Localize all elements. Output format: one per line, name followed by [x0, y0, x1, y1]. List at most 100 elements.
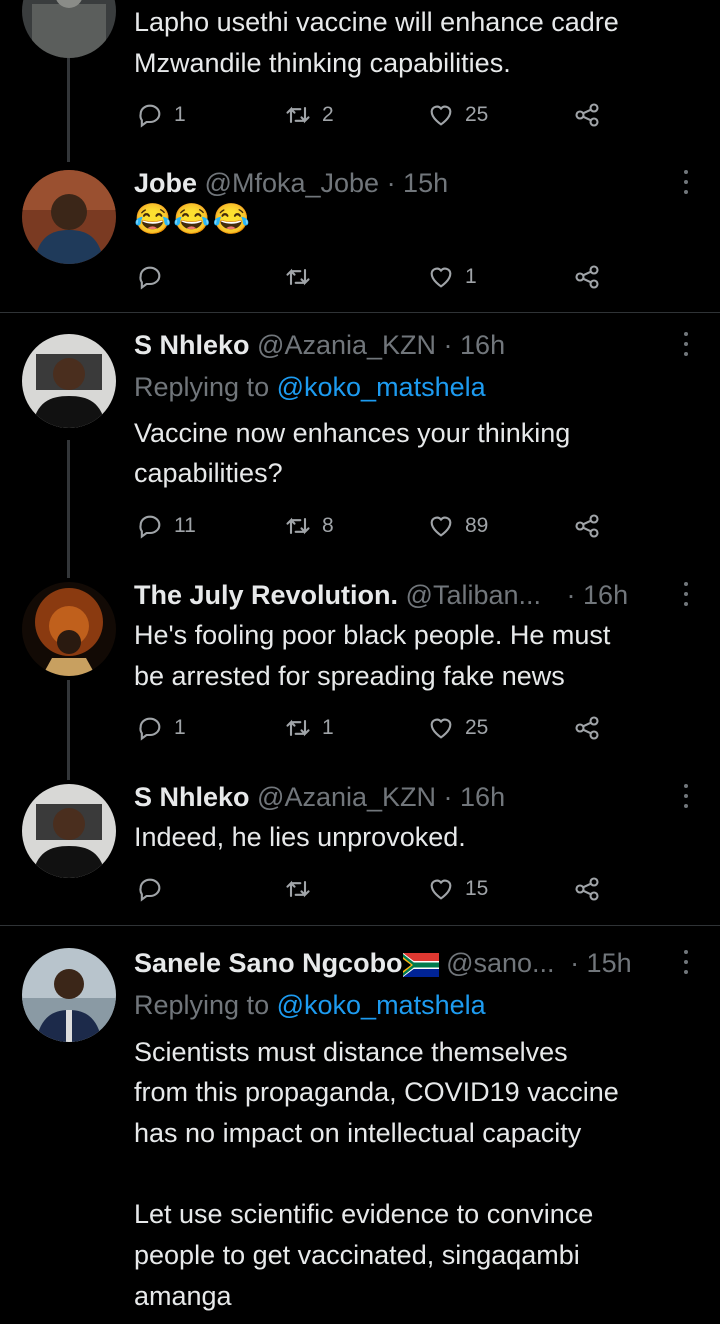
timestamp: · 15h: [386, 168, 449, 198]
avatar[interactable]: [22, 334, 116, 428]
replying-to-label: Replying to: [134, 372, 270, 402]
share-icon: [575, 514, 599, 538]
retweet-count: 8: [322, 514, 334, 537]
like-icon: [430, 718, 452, 739]
avatar[interactable]: [22, 0, 116, 58]
share-button[interactable]: [573, 511, 601, 541]
like-button[interactable]: 1: [427, 262, 477, 292]
tweet-text-line: be arrested for spreading fake news: [134, 661, 565, 691]
like-count: 25: [465, 103, 489, 126]
reply-button[interactable]: 11: [136, 511, 196, 541]
avatar[interactable]: [22, 948, 116, 1042]
like-count: 25: [465, 716, 489, 739]
thread-line: [67, 440, 70, 578]
like-button[interactable]: 89: [427, 511, 488, 541]
retweet-count: 1: [322, 716, 334, 739]
retweet-icon: [286, 517, 310, 535]
retweet-button[interactable]: [284, 874, 322, 904]
user-handle[interactable]: @Azania_KZN: [257, 782, 436, 812]
more-icon[interactable]: [682, 332, 690, 360]
tweet-text-line: people to get vaccinated, singaqambi: [134, 1240, 580, 1270]
share-button[interactable]: [573, 262, 601, 292]
tweet-divider: [0, 312, 720, 313]
display-name[interactable]: The July Revolution.: [134, 580, 398, 610]
timestamp: · 15h: [570, 948, 632, 978]
reply-icon: [139, 104, 161, 128]
tweet-text-line: Let use scientific evidence to convince: [134, 1199, 594, 1229]
retweet-button[interactable]: 8: [284, 511, 334, 541]
reply-icon: [139, 878, 161, 902]
user-handle[interactable]: @Azania_KZN: [257, 330, 436, 360]
thread-line: [67, 680, 70, 780]
reply-icon: [139, 266, 161, 290]
reply-button[interactable]: 1: [136, 713, 186, 743]
avatar[interactable]: [22, 784, 116, 878]
reply-button[interactable]: [136, 262, 174, 292]
like-icon: [430, 516, 452, 537]
tweet-text-line: Lapho usethi vaccine will enhance cadre: [134, 7, 619, 37]
retweet-button[interactable]: [284, 262, 322, 292]
reply-icon: [139, 717, 161, 741]
timestamp: · 16h: [443, 330, 506, 360]
retweet-button[interactable]: 1: [284, 713, 334, 743]
tweet-header: Jobe @Mfoka_Jobe · 15h: [134, 166, 448, 200]
display-name[interactable]: S Nhleko: [134, 330, 250, 360]
share-button[interactable]: [573, 874, 601, 904]
display-name[interactable]: S Nhleko: [134, 782, 250, 812]
user-handle[interactable]: @Taliban...: [406, 580, 541, 610]
like-button[interactable]: 25: [427, 713, 488, 743]
tweet-divider: [0, 925, 720, 926]
reply-count: 1: [174, 716, 186, 739]
replying-to-link[interactable]: @koko_matshela: [277, 990, 486, 1020]
tweet-text-line: has no impact on intellectual capacity: [134, 1118, 582, 1148]
like-icon: [430, 267, 452, 288]
timestamp: · 16h: [566, 580, 629, 610]
tweet-text-line: Scientists must distance themselves: [134, 1037, 568, 1067]
replying-to: Replying to @koko_matshela: [134, 988, 486, 1022]
share-button[interactable]: [573, 100, 601, 130]
like-button[interactable]: 25: [427, 100, 488, 130]
avatar[interactable]: [22, 170, 116, 264]
share-icon: [575, 103, 599, 127]
like-count: 15: [465, 877, 489, 900]
like-count: 1: [465, 265, 477, 288]
tweet-header: The July Revolution. @Taliban... · 16h: [134, 578, 628, 612]
tweet-text-line: amanga: [134, 1281, 232, 1311]
tweet-header: S Nhleko @Azania_KZN · 16h: [134, 780, 505, 814]
more-icon[interactable]: [682, 784, 690, 812]
replying-to-label: Replying to: [134, 990, 270, 1020]
reply-button[interactable]: 1: [136, 100, 186, 130]
tweet-text-line: capabilities?: [134, 458, 283, 488]
display-name[interactable]: Jobe: [134, 168, 197, 198]
retweet-icon: [286, 880, 310, 898]
tweet-text-line: Mzwandile thinking capabilities.: [134, 48, 511, 78]
reply-count: 11: [174, 514, 196, 537]
tweet-text-line: 😂😂😂: [134, 203, 253, 236]
replying-to-link[interactable]: @koko_matshela: [277, 372, 486, 402]
timestamp: · 16h: [443, 782, 506, 812]
tweet-text-line: from this propaganda, COVID19 vaccine: [134, 1077, 619, 1107]
like-icon: [430, 105, 452, 126]
more-icon[interactable]: [682, 582, 690, 610]
replying-to: Replying to @koko_matshela: [134, 370, 486, 404]
reply-count: 1: [174, 103, 186, 126]
more-icon[interactable]: [682, 950, 690, 978]
retweet-button[interactable]: 2: [284, 100, 334, 130]
tweet-header: S Nhleko @Azania_KZN · 16h: [134, 328, 505, 362]
display-name[interactable]: Sanele Sano Ngcobo: [134, 948, 403, 978]
reply-button[interactable]: [136, 874, 174, 904]
user-handle[interactable]: @sano...: [446, 948, 554, 978]
share-button[interactable]: [573, 713, 601, 743]
more-icon[interactable]: [682, 170, 690, 198]
retweet-count: 2: [322, 103, 334, 126]
share-icon: [575, 716, 599, 740]
retweet-icon: [286, 268, 310, 286]
tweet-text-line: Indeed, he lies unprovoked.: [134, 822, 466, 852]
like-button[interactable]: 15: [427, 874, 488, 904]
avatar[interactable]: [22, 582, 116, 676]
like-icon: [430, 879, 452, 900]
retweet-icon: [286, 106, 310, 124]
user-handle[interactable]: @Mfoka_Jobe: [205, 168, 380, 198]
tweet-header: Sanele Sano Ngcobo @sano... · 15h: [134, 946, 632, 980]
like-count: 89: [465, 514, 489, 537]
